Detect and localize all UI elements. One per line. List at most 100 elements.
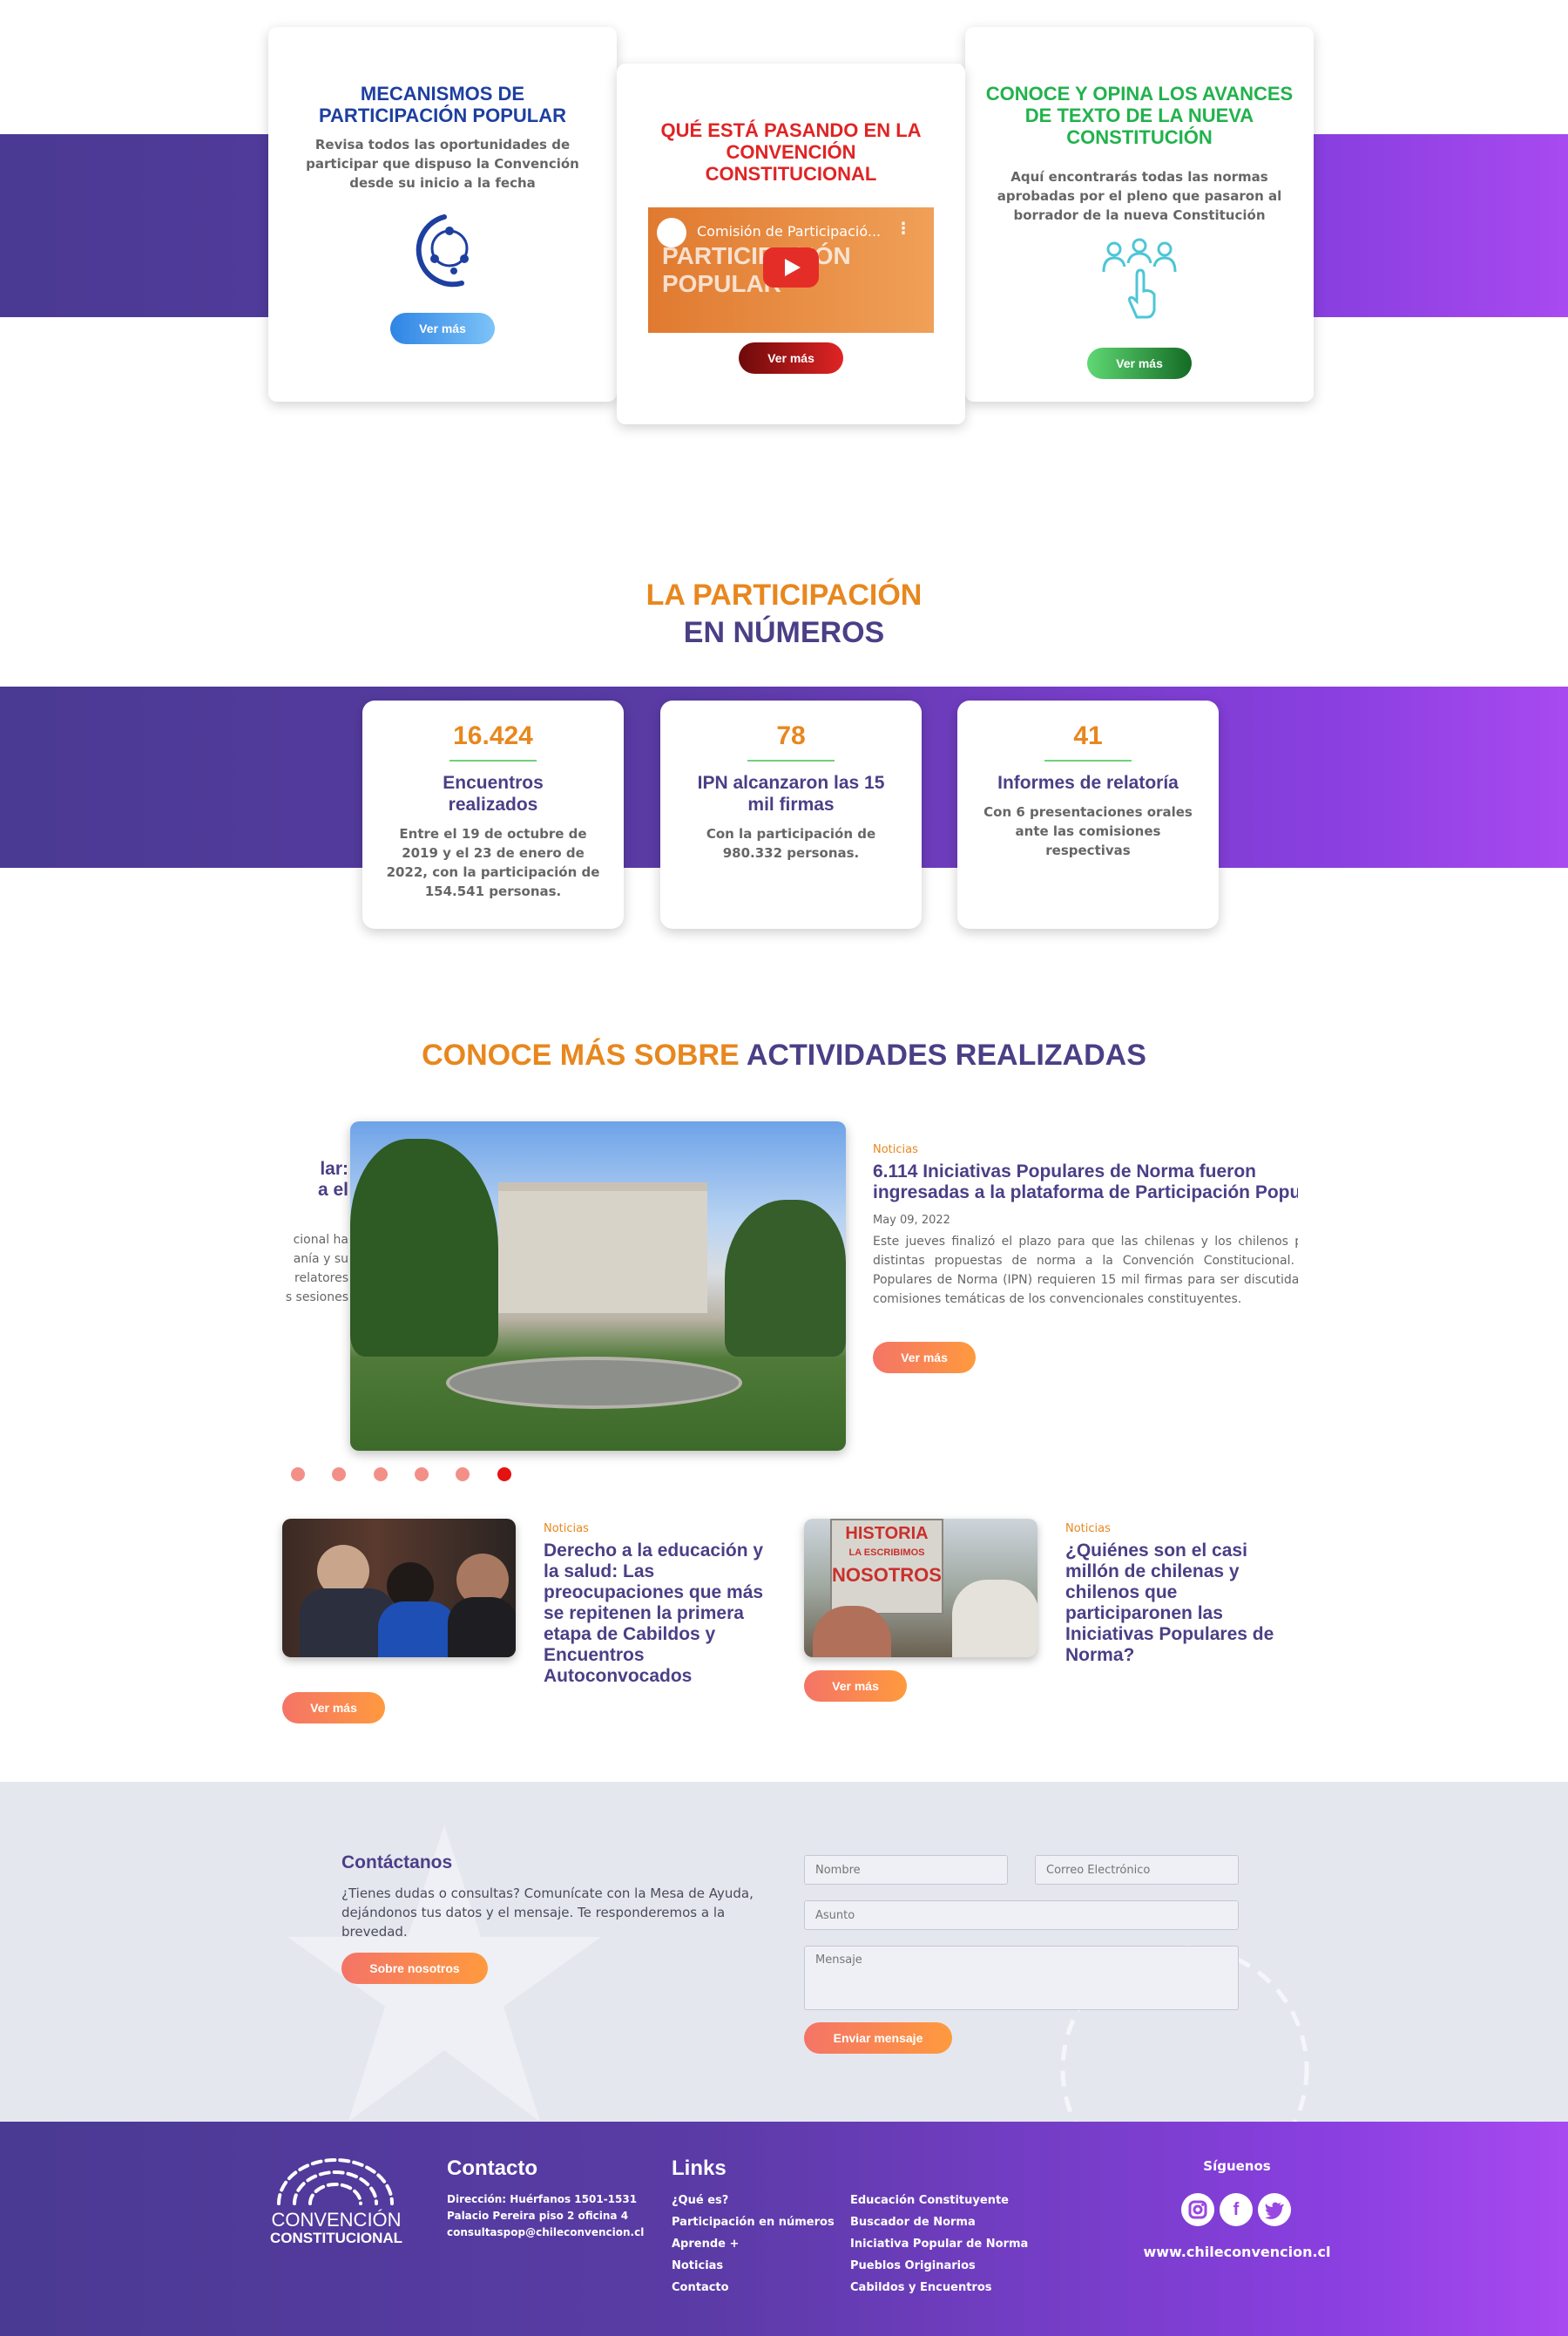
- message-field[interactable]: [804, 1946, 1239, 2010]
- person-blue-coat: [378, 1601, 456, 1657]
- footer-link-what-is[interactable]: ¿Qué es?: [672, 2190, 835, 2211]
- follow-us-label: Síguenos: [1203, 2158, 1271, 2174]
- page: MECANISMOS DE PARTICIPACIÓN POPULAR Revi…: [0, 0, 1568, 2336]
- stat-divider: [449, 760, 537, 762]
- footer-link-native-peoples[interactable]: Pueblos Originarios: [850, 2255, 1028, 2277]
- footer-address: Dirección: Huérfanos 1501-1531 Palacio P…: [447, 2191, 644, 2241]
- featured-news-more-button[interactable]: Ver más: [873, 1342, 976, 1373]
- video-title: Comisión de Participació...: [697, 223, 882, 240]
- numbers-title-line2: EN NÚMEROS: [683, 616, 885, 649]
- card-title: QUÉ ESTÁ PASANDO EN LA CONVENCIÓN CONSTI…: [660, 119, 922, 185]
- play-icon[interactable]: [763, 247, 819, 288]
- footer-link-cabildos[interactable]: Cabildos y Encuentros: [850, 2277, 1028, 2299]
- contact-text: ¿Tienes dudas o consultas? Comunícate co…: [341, 1886, 754, 1940]
- featured-news-tag: Noticias: [873, 1143, 918, 1156]
- news-title[interactable]: Derecho a la educación y la salud: Las p…: [544, 1540, 779, 1687]
- stat-description: Entre el 19 de octubre de 2019 y el 23 d…: [386, 826, 600, 899]
- prev-slide-text-2: anía y su: [293, 1252, 348, 1266]
- video-embed[interactable]: Comisión de Participació... ⋮ PARTICIPAC…: [648, 207, 934, 333]
- featured-news-text: Este jueves finalizó el plazo para que l…: [873, 1235, 1298, 1306]
- featured-news-body: Noticias 6.114 Iniciativas Populares de …: [873, 1143, 1298, 1309]
- card-text: Revisa todos las oportunidades de partic…: [306, 137, 579, 191]
- instagram-icon[interactable]: [1181, 2193, 1214, 2226]
- news-ipn-more-button[interactable]: Ver más: [804, 1670, 907, 1702]
- stat-label: Encuentros realizados: [443, 773, 544, 815]
- news-body-ipn: Noticias ¿Quiénes son el casi millón de …: [1065, 1522, 1294, 1666]
- card-title: MECANISMOS DE PARTICIPACIÓN POPULAR: [319, 83, 566, 126]
- tree-left: [350, 1139, 498, 1357]
- featured-news-date: May 09, 2022: [873, 1214, 950, 1227]
- carousel-dot[interactable]: [332, 1467, 346, 1481]
- activities-title: CONOCE MÁS SOBRE ACTIVIDADES REALIZADAS: [0, 1039, 1568, 1073]
- footer: CONVENCIÓN CONSTITUCIONAL Contacto Direc…: [0, 2122, 1568, 2336]
- stat-value: 41: [1073, 721, 1103, 750]
- constitution-more-button[interactable]: Ver más: [1087, 348, 1192, 379]
- news-image-ipn[interactable]: HISTORIA LA ESCRIBIMOS NOSOTROS: [804, 1519, 1037, 1657]
- carousel-dot[interactable]: [456, 1467, 470, 1481]
- stat-card-encounters: 16.424 Encuentros realizados Entre el 19…: [362, 701, 624, 929]
- stat-value: 78: [776, 721, 806, 750]
- address-line-1: Dirección: Huérfanos 1501-1531: [447, 2193, 638, 2205]
- carousel-dot[interactable]: [415, 1467, 429, 1481]
- featured-news-image[interactable]: [350, 1121, 846, 1451]
- news-title[interactable]: ¿Quiénes son el casi millón de chilenas …: [1065, 1540, 1294, 1666]
- contact-email[interactable]: consultaspop@chileconvencion.cl: [447, 2224, 644, 2241]
- convention-logo-icon: [277, 2158, 394, 2205]
- news-tag: Noticias: [544, 1522, 589, 1535]
- website-link[interactable]: www.chileconvencion.cl: [1132, 2244, 1342, 2260]
- contact-section: [0, 1782, 1568, 2122]
- sign-line-2: LA ESCRIBIMOS: [848, 1547, 925, 1558]
- footer-link-education[interactable]: Educación Constituyente: [850, 2190, 1028, 2211]
- twitter-icon[interactable]: [1258, 2193, 1291, 2226]
- video-menu-icon[interactable]: ⋮: [896, 220, 911, 238]
- stat-description: Con la participación de 980.332 personas…: [706, 826, 876, 861]
- logo-text-1: CONVENCIÓN: [271, 2209, 402, 2231]
- activities-title-part2: ACTIVIDADES REALIZADAS: [746, 1039, 1146, 1072]
- contact-title: Contáctanos: [341, 1852, 453, 1872]
- footer-link-numbers[interactable]: Participación en números: [672, 2211, 835, 2233]
- carousel-dot-active[interactable]: [497, 1467, 511, 1481]
- footer-link-norm-search[interactable]: Buscador de Norma: [850, 2211, 1028, 2233]
- protester-right: [952, 1580, 1037, 1657]
- footer-links-col2: Educación Constituyente Buscador de Norm…: [850, 2190, 1028, 2299]
- logo-text-2: CONSTITUCIONAL: [269, 2230, 403, 2246]
- stat-description: Con 6 presentaciones orales ante las com…: [983, 804, 1193, 858]
- footer-link-contact[interactable]: Contacto: [672, 2277, 835, 2299]
- people-hand-icon: [1102, 238, 1177, 319]
- numbers-title-line1: LA PARTICIPACIÓN: [645, 579, 923, 612]
- palace-building: [498, 1182, 707, 1313]
- carousel-dot[interactable]: [374, 1467, 388, 1481]
- prev-slide-title-1: lar:: [320, 1159, 348, 1179]
- stat-divider: [747, 760, 835, 762]
- subject-field[interactable]: [804, 1900, 1239, 1930]
- footer-link-news[interactable]: Noticias: [672, 2255, 835, 2277]
- person-suit-right: [448, 1597, 516, 1657]
- stat-value: 16.424: [453, 721, 533, 750]
- featured-news-title[interactable]: 6.114 Iniciativas Populares de Norma fue…: [873, 1161, 1298, 1203]
- participation-circle-icon: [416, 214, 469, 288]
- about-us-button[interactable]: Sobre nosotros: [341, 1953, 488, 1984]
- name-field[interactable]: [804, 1855, 1008, 1885]
- footer-link-learn[interactable]: Aprende +: [672, 2233, 835, 2255]
- email-field[interactable]: [1035, 1855, 1239, 1885]
- fountain: [446, 1357, 742, 1409]
- footer-link-popular-initiative[interactable]: Iniciativa Popular de Norma: [850, 2233, 1028, 2255]
- news-body-education: Noticias Derecho a la educación y la sal…: [544, 1522, 779, 1687]
- news-education-more-button[interactable]: Ver más: [282, 1692, 385, 1723]
- carousel-dot[interactable]: [291, 1467, 305, 1481]
- news-image-education[interactable]: [282, 1519, 516, 1657]
- footer-links-title: Links: [672, 2157, 727, 2180]
- prev-slide-title-2: a el: [317, 1180, 348, 1200]
- footer-links-col1: ¿Qué es? Participación en números Aprend…: [672, 2190, 835, 2299]
- tree-right: [725, 1200, 846, 1357]
- facebook-icon[interactable]: f: [1220, 2193, 1253, 2226]
- mechanisms-more-button[interactable]: Ver más: [390, 313, 495, 344]
- convention-more-button[interactable]: Ver más: [739, 342, 843, 374]
- sign-line-3: NOSOTROS: [832, 1564, 942, 1586]
- stat-label: IPN alcanzaron las 15 mil firmas: [697, 773, 885, 815]
- card-text: Aquí encontrarás todas las normas aproba…: [997, 169, 1282, 223]
- footer-contact-title: Contacto: [447, 2157, 537, 2180]
- card-convention-news: QUÉ ESTÁ PASANDO EN LA CONVENCIÓN CONSTI…: [617, 64, 965, 424]
- send-message-button[interactable]: Enviar mensaje: [804, 2022, 952, 2054]
- prev-slide-text-3: relatores: [294, 1271, 348, 1285]
